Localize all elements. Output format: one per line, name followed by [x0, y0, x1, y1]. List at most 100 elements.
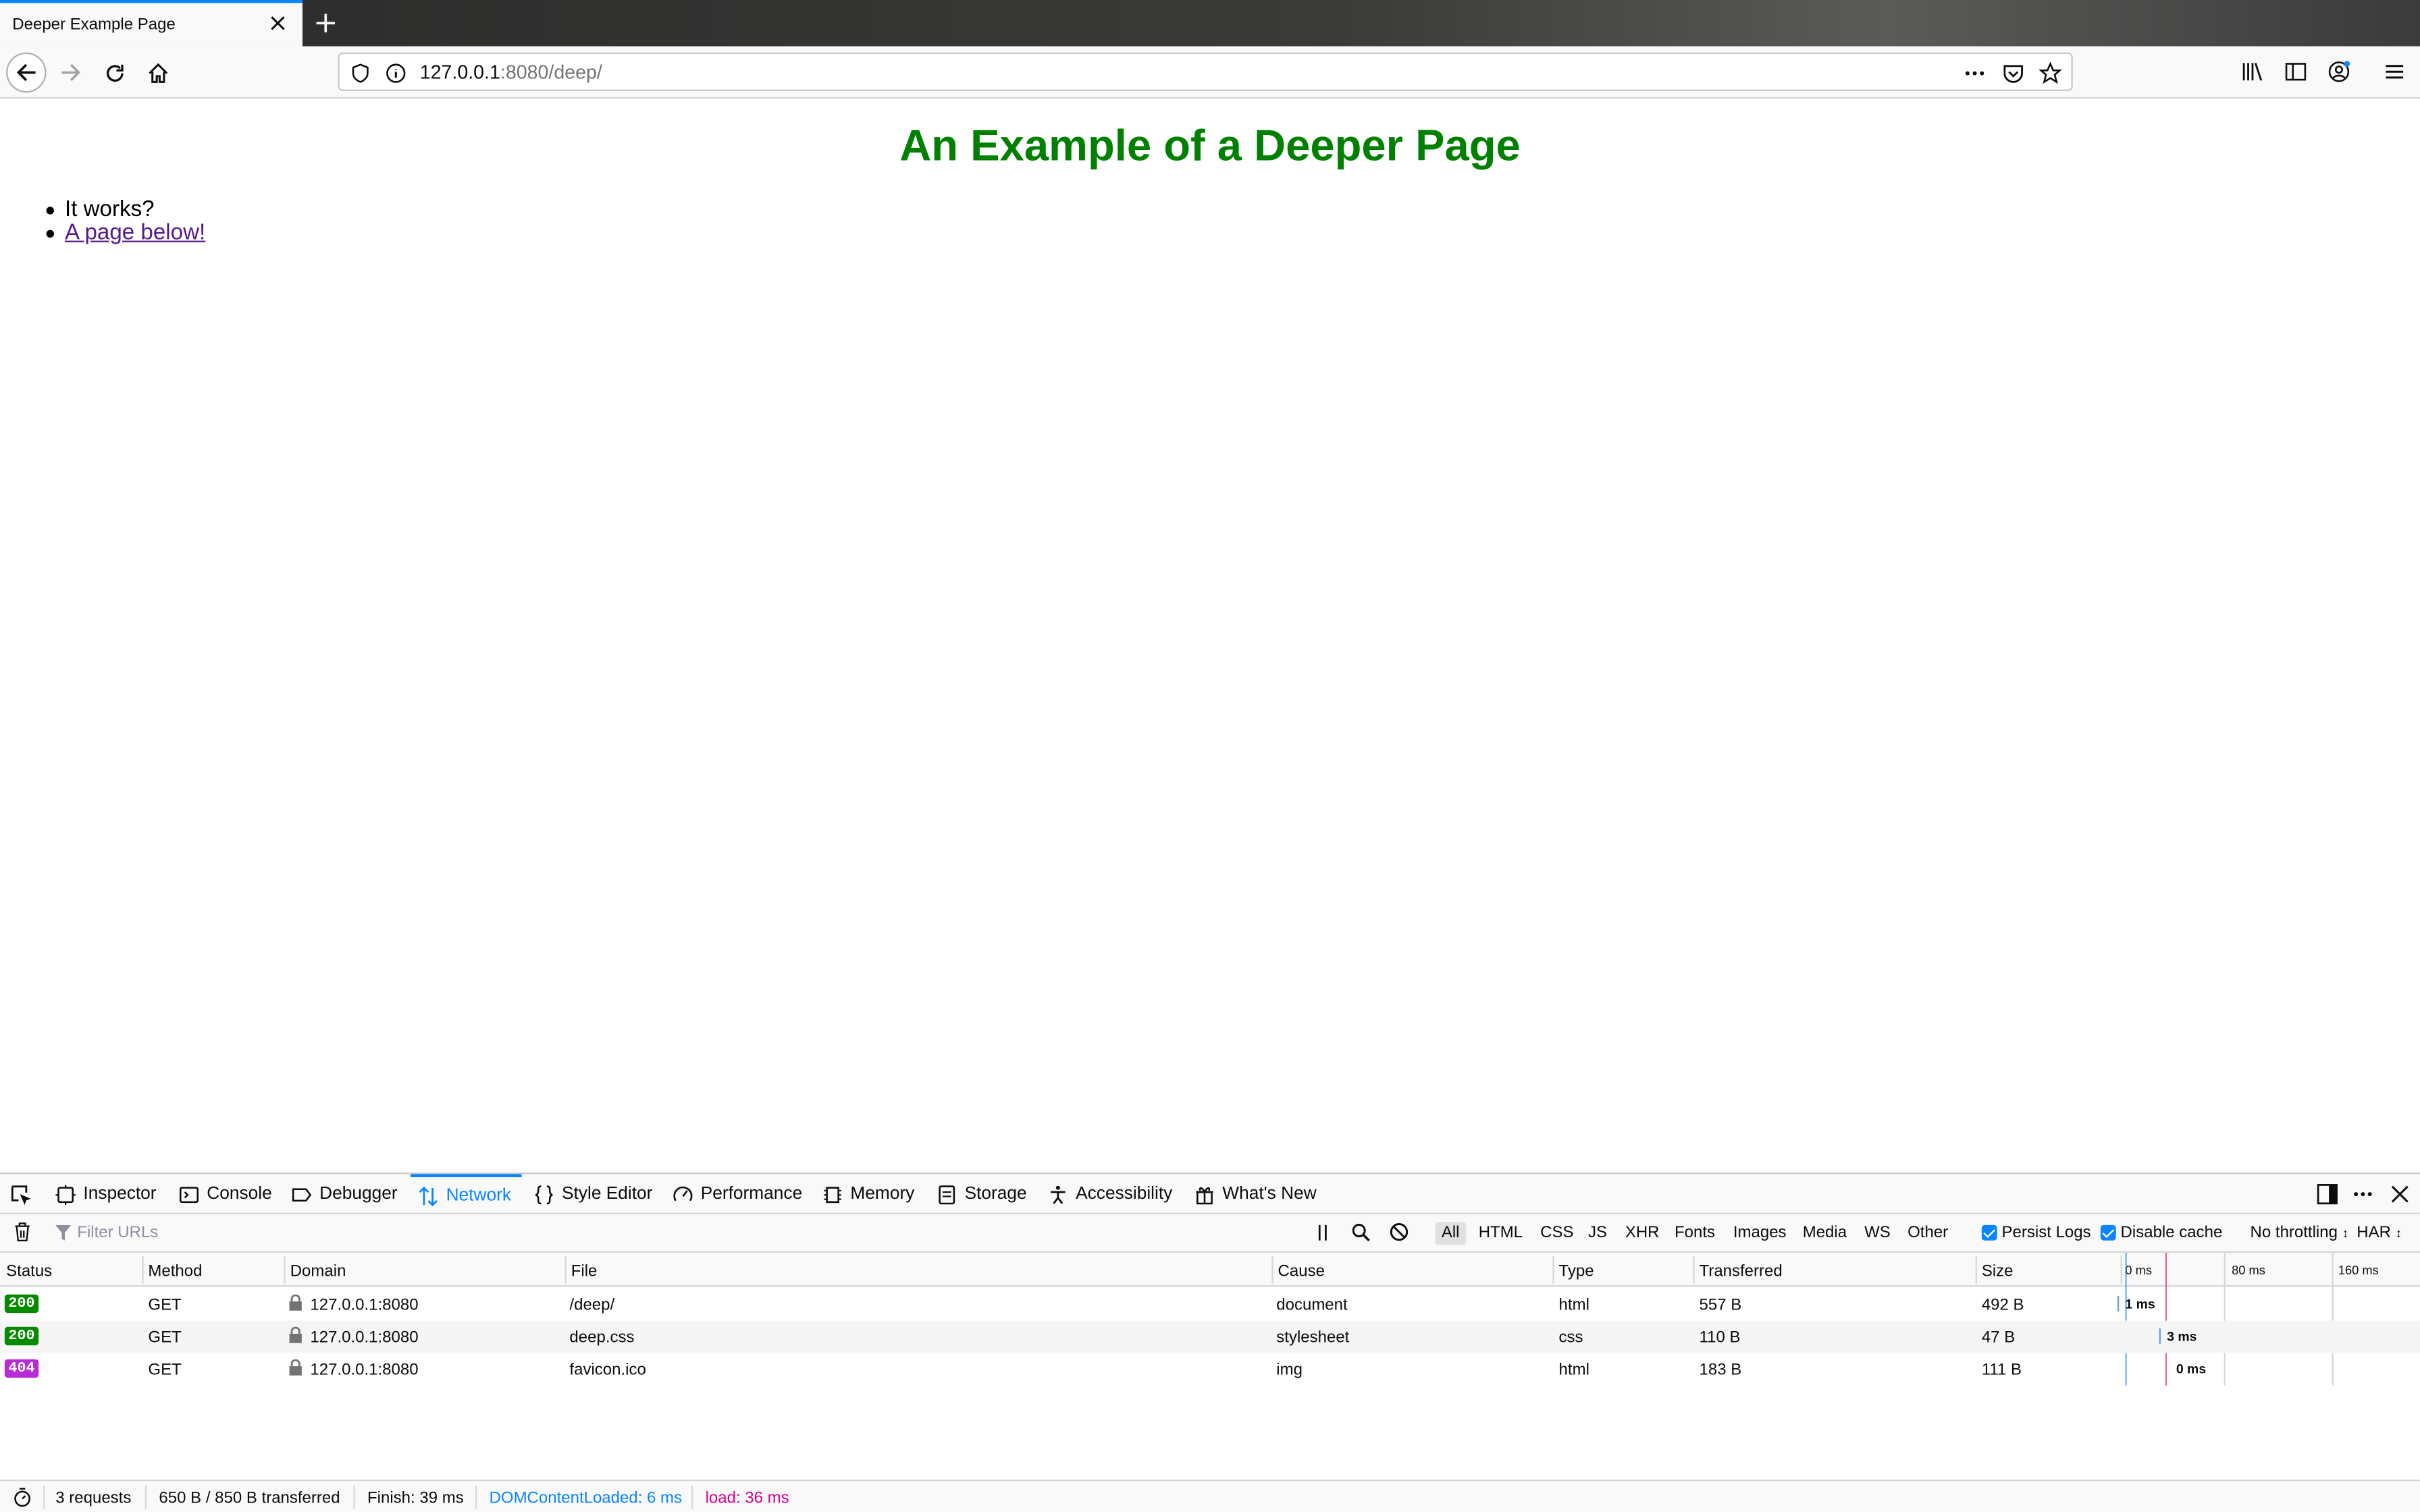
home-button[interactable] — [137, 53, 177, 92]
lock-icon — [289, 1294, 302, 1311]
pause-icon[interactable] — [1313, 1224, 1332, 1242]
page-below-link[interactable]: A page below! — [65, 221, 205, 246]
column-divider[interactable] — [142, 1256, 144, 1284]
persist-logs-checkbox[interactable]: Persist Logs — [1981, 1224, 2091, 1242]
timeline-tick: 80 ms — [2232, 1263, 2265, 1278]
table-row[interactable]: 200 GET 127.0.0.1:8080 deep.css styleshe… — [0, 1320, 2420, 1353]
filter-urls-input[interactable]: Filter URLs — [77, 1224, 158, 1242]
home-icon — [148, 62, 167, 82]
divider — [144, 1486, 147, 1509]
tab-debugger[interactable]: Debugger — [292, 1174, 398, 1214]
filter-html[interactable]: HTML — [1473, 1222, 1529, 1245]
search-icon[interactable] — [1350, 1222, 1371, 1242]
devtools-panel: Inspector Console Debugger Network Style… — [0, 1172, 2420, 1512]
block-icon[interactable] — [1389, 1222, 1409, 1242]
tab-network[interactable]: Network — [410, 1174, 522, 1214]
browser-tab[interactable]: Deeper Example Page — [0, 0, 302, 47]
table-row[interactable]: 404 GET 127.0.0.1:8080 favicon.ico img h… — [0, 1353, 2420, 1386]
bookmark-star-icon[interactable] — [2038, 61, 2062, 84]
library-icon[interactable] — [2241, 60, 2264, 83]
size-cell: 492 B — [1981, 1295, 2024, 1315]
size-cell: 47 B — [1981, 1328, 2016, 1347]
trash-icon[interactable] — [12, 1222, 32, 1242]
site-info-icon[interactable] — [384, 61, 407, 84]
back-button[interactable] — [6, 52, 47, 93]
page-heading: An Example of a Deeper Page — [899, 122, 1521, 171]
column-divider[interactable] — [1271, 1256, 1273, 1284]
column-divider[interactable] — [1975, 1256, 1977, 1284]
column-divider[interactable] — [564, 1256, 567, 1284]
network-filter-toolbar: Filter URLs All HTML CSS JS XHR Fonts Im… — [0, 1214, 2420, 1253]
element-picker-icon[interactable] — [11, 1185, 32, 1206]
reload-button[interactable] — [94, 53, 134, 92]
column-file[interactable]: File — [571, 1262, 598, 1280]
column-type[interactable]: Type — [1559, 1262, 1594, 1280]
account-icon[interactable] — [2327, 60, 2350, 83]
filter-media[interactable]: Media — [1797, 1222, 1853, 1245]
column-status[interactable]: Status — [6, 1262, 52, 1280]
tracking-shield-icon[interactable] — [349, 61, 372, 84]
console-icon — [179, 1186, 199, 1203]
tab-label: Inspector — [83, 1185, 157, 1204]
filter-css[interactable]: CSS — [1534, 1222, 1580, 1245]
tab-inspector[interactable]: Inspector — [55, 1174, 157, 1214]
filter-fonts[interactable]: Fonts — [1668, 1222, 1721, 1245]
url-bar[interactable]: 127.0.0.1:8080/deep/ — [338, 52, 2073, 91]
filter-funnel-icon — [55, 1224, 72, 1241]
page-actions-icon[interactable] — [1963, 61, 1986, 84]
close-tab-icon[interactable] — [267, 12, 288, 34]
throttling-select[interactable]: No throttling ↕ — [2251, 1224, 2348, 1242]
tab-storage[interactable]: Storage — [937, 1174, 1027, 1214]
table-row[interactable]: 200 GET 127.0.0.1:8080 /deep/ document h… — [0, 1289, 2420, 1321]
column-method[interactable]: Method — [148, 1262, 202, 1280]
tab-strip: Deeper Example Page — [0, 0, 2420, 47]
column-divider[interactable] — [1693, 1256, 1695, 1284]
reload-icon — [105, 63, 123, 81]
filter-xhr[interactable]: XHR — [1619, 1222, 1666, 1245]
sidebar-icon[interactable] — [2284, 60, 2307, 83]
filter-other[interactable]: Other — [1901, 1222, 1954, 1245]
select-arrows-icon: ↕ — [2342, 1225, 2348, 1240]
column-divider[interactable] — [284, 1256, 286, 1284]
menu-icon[interactable] — [2383, 60, 2406, 83]
tab-label: Style Editor — [561, 1185, 653, 1204]
column-size[interactable]: Size — [1982, 1262, 2014, 1280]
filter-all[interactable]: All — [1435, 1222, 1466, 1245]
tab-memory[interactable]: Memory — [822, 1174, 914, 1214]
checkbox-label: Disable cache — [2120, 1223, 2223, 1242]
column-transferred[interactable]: Transferred — [1700, 1262, 1783, 1280]
braces-icon — [535, 1185, 553, 1204]
column-cause[interactable]: Cause — [1278, 1262, 1325, 1280]
tab-accessibility[interactable]: Accessibility — [1048, 1174, 1172, 1214]
tab-console[interactable]: Console — [179, 1174, 272, 1214]
network-icon — [419, 1185, 438, 1206]
har-menu[interactable]: HAR ↕ — [2357, 1224, 2402, 1242]
dock-options-icon[interactable] — [2317, 1183, 2338, 1205]
cause-cell: document — [1276, 1295, 1348, 1315]
finish-time: Finish: 39 ms — [367, 1488, 464, 1508]
column-domain[interactable]: Domain — [290, 1262, 346, 1280]
method-cell: GET — [148, 1328, 182, 1347]
select-arrows-icon: ↕ — [2395, 1225, 2402, 1240]
tab-label: Memory — [850, 1185, 915, 1204]
tab-style-editor[interactable]: Style Editor — [534, 1174, 653, 1214]
close-devtools-icon[interactable] — [2389, 1183, 2411, 1205]
column-divider[interactable] — [2120, 1256, 2122, 1284]
status-badge: 200 — [4, 1326, 39, 1346]
tab-whats-new[interactable]: What's New — [1194, 1174, 1317, 1214]
file-cell: /deep/ — [569, 1295, 615, 1315]
new-tab-icon[interactable] — [312, 9, 340, 37]
more-options-icon[interactable] — [2352, 1183, 2373, 1205]
pocket-icon[interactable] — [2002, 61, 2025, 84]
filter-js[interactable]: JS — [1582, 1222, 1613, 1245]
filter-ws[interactable]: WS — [1858, 1222, 1897, 1245]
column-divider[interactable] — [1552, 1256, 1554, 1284]
url-text[interactable]: 127.0.0.1:8080/deep/ — [420, 61, 602, 83]
lock-icon — [289, 1359, 302, 1376]
forward-button[interactable] — [51, 53, 90, 92]
stopwatch-icon[interactable] — [12, 1487, 32, 1507]
disable-cache-checkbox[interactable]: Disable cache — [2100, 1223, 2223, 1242]
gift-icon — [1196, 1186, 1213, 1204]
filter-images[interactable]: Images — [1727, 1222, 1793, 1245]
tab-performance[interactable]: Performance — [673, 1174, 802, 1214]
